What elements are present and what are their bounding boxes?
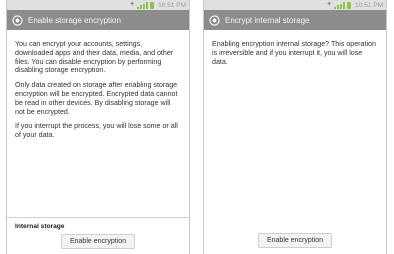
status-icons: ✦ 10:51 PM [326,1,383,9]
status-time: 10:51 PM [355,1,383,9]
description: Enabling encryption internal storage? Th… [204,30,386,66]
battery-icon [347,1,352,9]
page-title: Enable storage encryption [28,15,121,25]
section-label: Internal storage [15,223,65,230]
footer: Enable encryption [204,218,386,254]
paragraph: You can encrypt your accounts, settings,… [15,40,174,75]
paragraph: Enabling encryption internal storage? Th… [212,40,376,66]
signal-icon [137,1,149,9]
status-icons: ✦ 10:51 PM [129,1,186,9]
status-time: 10:51 PM [158,1,186,9]
nfc-icon: ✦ [326,1,333,8]
status-bar: ✦ 10:51 PM [204,0,386,10]
status-bar: ✦ 10:51 PM [7,0,189,10]
enable-encryption-button[interactable]: Enable encryption [257,233,333,248]
description: You can encrypt your accounts, settings,… [7,30,189,140]
signal-icon [334,1,346,9]
settings-icon [209,14,220,26]
phone-screen-left: ✦ 10:51 PM Enable storage encryption You… [6,0,190,254]
footer: Internal storage Enable encryption [7,217,189,254]
title-bar: Encrypt internal storage [204,10,386,30]
paragraph: If you interrupt the process, you will l… [15,122,178,140]
paragraph: Only data created on storage after enabl… [15,81,178,116]
title-bar: Enable storage encryption [7,10,189,30]
battery-icon [150,1,155,9]
phone-screen-right: ✦ 10:51 PM Encrypt internal storage Enab… [203,0,387,254]
settings-icon [12,14,23,26]
nfc-icon: ✦ [129,1,136,8]
page-title: Encrypt internal storage [225,15,310,25]
enable-encryption-button[interactable]: Enable encryption [60,234,136,249]
